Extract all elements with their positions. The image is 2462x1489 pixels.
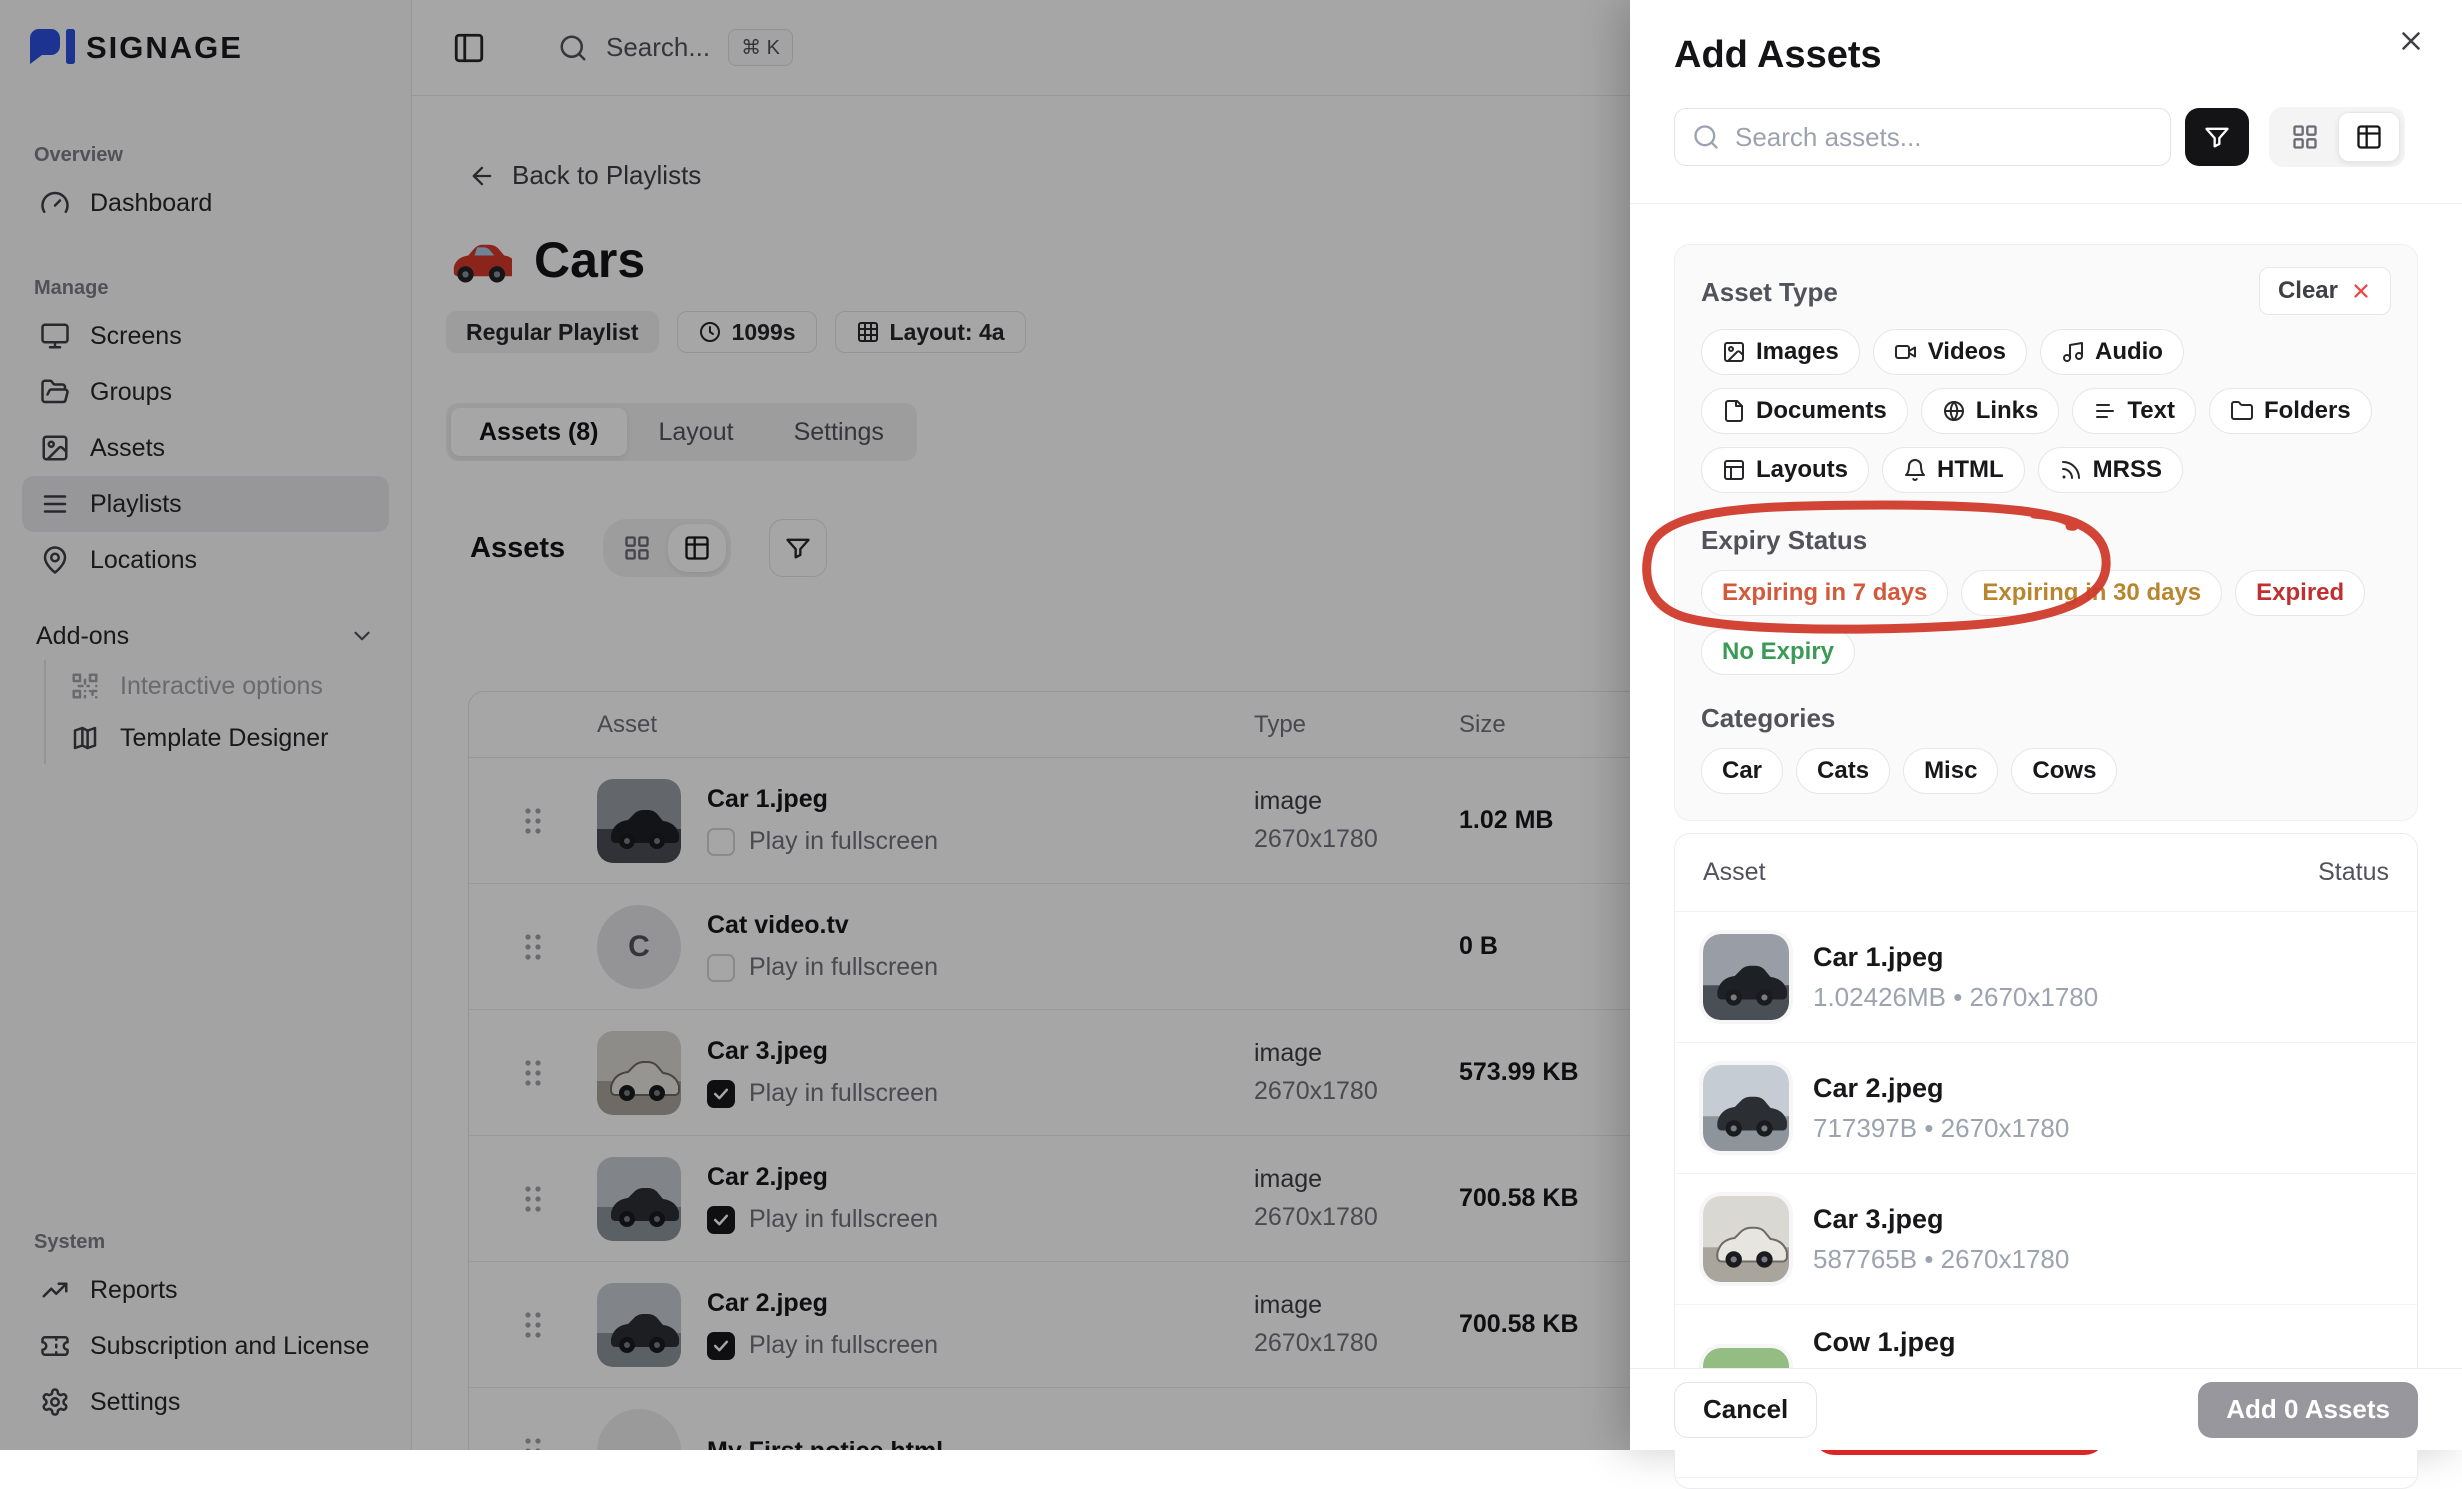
asset-type-chip-mrss[interactable]: MRSS: [2038, 447, 2183, 493]
table-view-button[interactable]: [2338, 112, 2400, 162]
asset-thumbnail: [1703, 1065, 1789, 1151]
image-icon: [1722, 340, 1746, 364]
expiry-status-label: Expiry Status: [1701, 525, 2391, 556]
asset-meta: 717397B • 2670x1780: [1813, 1113, 2069, 1144]
categories-label: Categories: [1701, 703, 2391, 734]
grid-view-button[interactable]: [2274, 112, 2336, 162]
clear-label: Clear: [2278, 277, 2338, 305]
asset-type-chip-text[interactable]: Text: [2072, 388, 2196, 434]
category-chip-cats[interactable]: Cats: [1796, 748, 1890, 794]
chip-label: Car: [1722, 757, 1762, 785]
chip-label: No Expiry: [1722, 638, 1834, 666]
asset-thumbnail: [1703, 934, 1789, 1020]
grid2-icon: [2291, 123, 2319, 151]
asset-name: Car 1.jpeg: [1813, 942, 2098, 973]
category-chip-cows[interactable]: Cows: [2011, 748, 2117, 794]
asset-type-chip-documents[interactable]: Documents: [1701, 388, 1908, 434]
asset-thumbnail: [1703, 1196, 1789, 1282]
text-icon: [2093, 399, 2117, 423]
asset-meta: 587765B • 2670x1780: [1813, 1244, 2069, 1275]
panel-title: Add Assets: [1674, 34, 2418, 77]
asset-name: Car 3.jpeg: [1813, 1204, 2069, 1235]
asset-type-chip-audio[interactable]: Audio: [2040, 329, 2184, 375]
chip-label: Layouts: [1756, 456, 1848, 484]
x-icon: [2396, 26, 2426, 56]
chip-label: Expiring in 7 days: [1722, 579, 1927, 607]
search-icon: [1692, 123, 1720, 151]
column-status: Status: [2318, 858, 2389, 887]
bell-icon: [1903, 458, 1927, 482]
table-icon: [2355, 123, 2383, 151]
chip-label: Expired: [2256, 579, 2344, 607]
expiry-chip-expiring-in-7-days[interactable]: Expiring in 7 days: [1701, 570, 1948, 616]
chip-label: Links: [1976, 397, 2039, 425]
asset-list-row[interactable]: Cow 2.j: [1675, 1478, 2417, 1489]
asset-type-chip-videos[interactable]: Videos: [1873, 329, 2027, 375]
asset-meta: 1.02426MB • 2670x1780: [1813, 982, 2098, 1013]
file-icon: [1722, 399, 1746, 423]
asset-type-chip-html[interactable]: HTML: [1882, 447, 2025, 493]
folder-icon: [2230, 399, 2254, 423]
chip-label: Misc: [1924, 757, 1977, 785]
rss-icon: [2059, 458, 2083, 482]
globe-icon: [1942, 399, 1966, 423]
filters-card: Asset Type Clear Images Videos Audio Docume…: [1674, 244, 2418, 821]
chip-label: MRSS: [2093, 456, 2162, 484]
chip-label: Images: [1756, 338, 1839, 366]
asset-search: [1674, 108, 2171, 166]
asset-type-chip-layouts[interactable]: Layouts: [1701, 447, 1869, 493]
add-assets-button[interactable]: Add 0 Assets: [2198, 1382, 2418, 1438]
video-icon: [1894, 340, 1918, 364]
cancel-button[interactable]: Cancel: [1674, 1382, 1817, 1438]
panel-view-toggle: [2269, 107, 2405, 167]
add-assets-panel: Add Assets Asset Type Clear Images Videos…: [1630, 0, 2462, 1450]
expiry-chip-no-expiry[interactable]: No Expiry: [1701, 629, 1855, 675]
category-chip-misc[interactable]: Misc: [1903, 748, 1998, 794]
close-icon: [2350, 280, 2372, 302]
chip-label: Folders: [2264, 397, 2351, 425]
close-icon[interactable]: [2396, 26, 2426, 56]
asset-name: Car 2.jpeg: [1813, 1073, 2069, 1104]
asset-list-row[interactable]: Car 2.jpeg 717397B • 2670x1780: [1675, 1043, 2417, 1174]
asset-type-chips: Images Videos Audio Documents Links Text Folde…: [1701, 329, 2391, 493]
clear-filters-button[interactable]: Clear: [2259, 267, 2391, 315]
panel-footer: Cancel Add 0 Assets: [1630, 1368, 2462, 1450]
asset-type-label: Asset Type: [1701, 277, 1838, 308]
asset-list-row[interactable]: Car 3.jpeg 587765B • 2670x1780: [1675, 1174, 2417, 1305]
column-asset: Asset: [1703, 858, 1766, 887]
asset-list-header: Asset Status: [1675, 834, 2417, 912]
chip-label: Cows: [2032, 757, 2096, 785]
asset-list-row[interactable]: Car 1.jpeg 1.02426MB • 2670x1780: [1675, 912, 2417, 1043]
asset-name: Cow 1.jpeg: [1813, 1327, 2106, 1358]
asset-type-chip-links[interactable]: Links: [1921, 388, 2060, 434]
chip-label: Audio: [2095, 338, 2163, 366]
chip-label: Expiring in 30 days: [1982, 579, 2201, 607]
category-chip-car[interactable]: Car: [1701, 748, 1783, 794]
categories-chips: Car Cats Misc Cows: [1701, 748, 2391, 794]
asset-type-chip-folders[interactable]: Folders: [2209, 388, 2372, 434]
expiry-chip-expiring-in-30-days[interactable]: Expiring in 30 days: [1961, 570, 2222, 616]
x-icon: [2350, 280, 2372, 302]
music-icon: [2061, 340, 2085, 364]
chip-label: Documents: [1756, 397, 1887, 425]
chip-label: Cats: [1817, 757, 1869, 785]
chip-label: HTML: [1937, 456, 2004, 484]
panel-filter-button[interactable]: [2185, 108, 2249, 166]
chip-label: Text: [2127, 397, 2175, 425]
expiry-chip-expired[interactable]: Expired: [2235, 570, 2365, 616]
layout-icon: [1722, 458, 1746, 482]
asset-type-chip-images[interactable]: Images: [1701, 329, 1860, 375]
asset-search-input[interactable]: [1674, 108, 2171, 166]
search-icon: [1692, 123, 1720, 151]
funnel-icon: [2203, 123, 2231, 151]
chip-label: Videos: [1928, 338, 2006, 366]
expiry-status-chips: Expiring in 7 days Expiring in 30 days Exp…: [1701, 570, 2391, 675]
